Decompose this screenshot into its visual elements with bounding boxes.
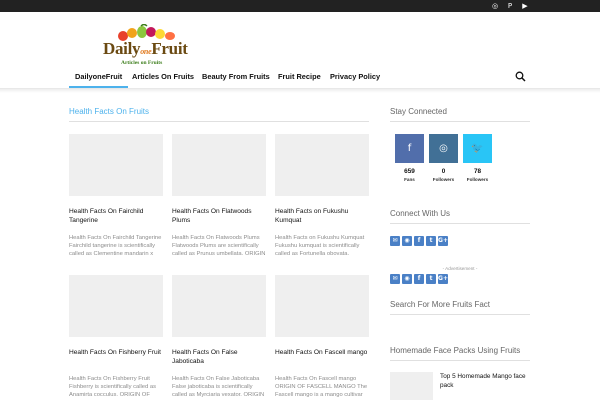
top-bar: ◎ P ▶ <box>0 0 600 12</box>
rss-icon[interactable]: ◉ <box>402 274 412 284</box>
nav-item-dailyonefruit[interactable]: DailyoneFruit <box>69 68 129 88</box>
post-title[interactable]: Health Facts On Fishberry Fruit <box>69 349 163 367</box>
post-excerpt: Health Facts On Flatwoods Plums Flatwood… <box>172 235 266 257</box>
post-title[interactable]: Health Facts on Fukushu Kumquat <box>275 208 369 226</box>
connect-with-us-title: Connect With Us <box>390 209 451 218</box>
nav-item-fruit-recipe[interactable]: Fruit Recipe <box>278 68 321 88</box>
facebook-count: 659 <box>404 168 415 175</box>
facebook-icon[interactable]: f <box>395 134 424 163</box>
post-excerpt: Health Facts on Fukushu Kumquat Fukushu … <box>275 235 365 257</box>
stay-connected-title: Stay Connected <box>390 107 447 116</box>
search-more-title: Search For More Fruits Fact <box>390 300 491 309</box>
email-icon[interactable]: ✉ <box>390 274 400 284</box>
instagram-count-label: Followers <box>432 177 455 182</box>
post-thumbnail[interactable] <box>69 134 163 196</box>
post-card: Health Facts On Fairchild Tangerine Heal… <box>69 134 163 258</box>
post-thumbnail[interactable] <box>172 275 266 337</box>
twitter-count: 78 <box>473 168 482 175</box>
twitter-icon[interactable]: t <box>426 236 436 246</box>
post-card: Health Facts On False Jaboticaba Health … <box>172 275 266 399</box>
youtube-icon[interactable]: ▶ <box>520 1 530 11</box>
face-packs-divider <box>390 360 530 361</box>
site-logo[interactable]: DailyoneFruit Articles on Fruits <box>103 24 193 68</box>
side-post-thumbnail[interactable] <box>390 372 433 400</box>
post-excerpt: Health Facts On False Jaboticaba False j… <box>172 376 265 398</box>
nav-item-privacy-policy[interactable]: Privacy Policy <box>330 68 380 88</box>
post-thumbnail[interactable] <box>275 275 369 337</box>
post-excerpt: Health Facts On Fairchild Tangerine Fair… <box>69 235 162 257</box>
block-title-divider <box>69 121 369 122</box>
instagram-count: 0 <box>441 168 446 175</box>
rss-icon[interactable]: ◉ <box>402 236 412 246</box>
post-card: Health Facts On Fishberry Fruit Health F… <box>69 275 163 399</box>
search-more-divider <box>390 314 530 315</box>
twitter-icon[interactable]: 🐦 <box>463 134 492 163</box>
side-post-title[interactable]: Top 5 Homemade Mango face pack <box>440 373 532 390</box>
twitter-count-label: Followers <box>466 177 489 182</box>
post-title[interactable]: Health Facts On Fascell mango <box>275 349 369 367</box>
post-excerpt: Health Facts On Fascell mango ORIGIN OF … <box>275 376 368 398</box>
googleplus-icon[interactable]: G+ <box>438 274 448 284</box>
nav-item-articles-on-fruits[interactable]: Articles On Fruits <box>132 68 194 88</box>
email-icon[interactable]: ✉ <box>390 236 400 246</box>
facebook-count-label: Fans <box>404 177 415 182</box>
face-packs-title[interactable]: Homemade Face Packs Using Fruits <box>390 346 520 355</box>
connect-with-us-divider <box>390 223 530 224</box>
logo-wordmark: DailyoneFruit <box>103 39 188 58</box>
post-card: Health Facts On Flatwoods Plums Health F… <box>172 134 266 258</box>
post-excerpt: Health Facts On Fishberry Fruit Fishberr… <box>69 376 156 398</box>
facebook-icon[interactable]: f <box>414 274 424 284</box>
instagram-icon[interactable]: ◎ <box>429 134 458 163</box>
nav-shadow <box>0 89 600 93</box>
stay-connected-divider <box>390 121 530 122</box>
post-thumbnail[interactable] <box>275 134 369 196</box>
post-thumbnail[interactable] <box>172 134 266 196</box>
post-title[interactable]: Health Facts On False Jaboticaba <box>172 349 266 367</box>
facebook-icon[interactable]: f <box>414 236 424 246</box>
googleplus-icon[interactable]: G+ <box>438 236 448 246</box>
search-icon[interactable] <box>515 71 526 82</box>
post-title[interactable]: Health Facts On Flatwoods Plums <box>172 208 266 226</box>
pinterest-icon[interactable]: P <box>505 1 515 11</box>
main-nav: DailyoneFruit Articles On Fruits Beauty … <box>69 68 530 88</box>
advertisement-label: - Advertisement - <box>442 266 478 271</box>
twitter-icon[interactable]: t <box>426 274 436 284</box>
post-card: Health Facts On Fascell mango Health Fac… <box>275 275 369 399</box>
nav-item-beauty-from-fruits[interactable]: Beauty From Fruits <box>202 68 270 88</box>
logo-tagline: Articles on Fruits <box>121 60 163 66</box>
post-title[interactable]: Health Facts On Fairchild Tangerine <box>69 208 163 226</box>
post-thumbnail[interactable] <box>69 275 163 337</box>
post-card: Health Facts on Fukushu Kumquat Health F… <box>275 134 369 258</box>
instagram-icon[interactable]: ◎ <box>490 1 500 11</box>
block-title[interactable]: Health Facts On Fruits <box>69 107 149 116</box>
